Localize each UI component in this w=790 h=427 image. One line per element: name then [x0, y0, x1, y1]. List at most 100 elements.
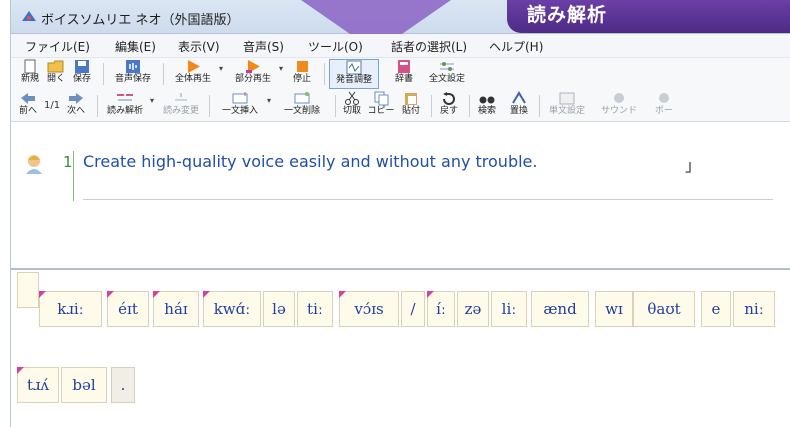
phonetic-token[interactable]: /: [401, 291, 425, 327]
read-analyze-button[interactable]: 読み解析: [101, 91, 149, 121]
accent-marker-icon: [153, 291, 160, 298]
toolbar-separator: [469, 95, 470, 117]
accent-marker-icon: [339, 291, 346, 298]
copy-icon: [374, 91, 389, 106]
open-button[interactable]: 開く: [43, 59, 69, 89]
phonetic-token-text: éɪt: [118, 300, 138, 318]
phonetic-token[interactable]: wɪ: [595, 291, 633, 327]
menu-speaker-select[interactable]: 話者の選択(L): [391, 38, 467, 55]
phonetic-token-text: .: [120, 376, 126, 394]
phonetic-token[interactable]: ænd: [531, 291, 589, 327]
insert-icon: [232, 92, 248, 104]
sentence-rule: [83, 199, 773, 200]
settings-sliders-icon: [440, 62, 454, 71]
clipboard-icon: [405, 93, 417, 105]
window-title: ボイスソムリエ ネオ（外国語版）: [41, 13, 240, 28]
dictionary-button[interactable]: 辞書: [387, 59, 421, 89]
text-editor[interactable]: 1 Create high-quality voice easily and w…: [11, 123, 790, 270]
undo-button[interactable]: 戻す: [435, 91, 463, 121]
phonetic-token[interactable]: [17, 272, 39, 308]
insert-dropdown-icon[interactable]: ▾: [267, 96, 271, 105]
phonetic-token[interactable]: kɹiː: [39, 291, 102, 327]
sound-label: サウンド: [600, 106, 637, 116]
insert-sentence-button[interactable]: 一文挿入: [213, 91, 267, 121]
stop-button[interactable]: 停止: [287, 59, 317, 89]
copy-label: コピー: [367, 106, 395, 116]
insert-sentence-label: 一文挿入: [221, 106, 258, 116]
phonetic-token[interactable]: liː: [491, 291, 527, 327]
banner-text: 読み解析: [527, 4, 608, 26]
sound-button[interactable]: サウンド: [595, 91, 643, 121]
new-button[interactable]: 新規: [17, 59, 43, 89]
toolbar-separator: [209, 95, 210, 117]
pause-button[interactable]: ポー: [647, 91, 681, 121]
menu-tools[interactable]: ツール(O): [308, 38, 363, 55]
menu-view[interactable]: 表示(V): [178, 38, 220, 55]
phonetic-token-text: kwɑ́ː: [213, 300, 251, 318]
single-setting-button[interactable]: 単文設定: [543, 91, 591, 121]
phonetic-token[interactable]: éɪt: [107, 291, 149, 327]
menu-help[interactable]: ヘルプ(H): [489, 38, 543, 55]
accent-marker-icon: [107, 291, 114, 298]
dict-label: 辞書: [394, 74, 413, 84]
phonetic-token[interactable]: bəl: [61, 367, 107, 403]
prev-label: 前へ: [18, 106, 37, 116]
next-label: 次へ: [66, 106, 85, 116]
phonetic-token-text: /: [410, 300, 416, 318]
settings-label: 全文設定: [428, 74, 465, 84]
undo-label: 戻す: [439, 106, 458, 116]
read-change-button[interactable]: 読み変更: [157, 91, 205, 121]
cut-button[interactable]: 切取: [339, 91, 365, 121]
save-audio-button[interactable]: 音声保存: [109, 59, 157, 89]
phonetic-token[interactable]: vɔ́ɪs: [339, 291, 399, 327]
phonetic-token-text: ænd: [543, 300, 577, 318]
paste-button[interactable]: 貼付: [397, 91, 425, 121]
save-button[interactable]: 保存: [69, 59, 95, 89]
phonetic-token[interactable]: θaʊt: [633, 291, 695, 327]
play-part-button[interactable]: 部分再生: [229, 59, 277, 89]
replace-label: 置換: [509, 106, 528, 116]
edit-toolbar: 前へ 1/1 次へ 読み解析 ▾ 読み変更 一文挿入 ▾ 一文削除 切取 コピー…: [11, 90, 790, 122]
scissors-icon: [345, 91, 359, 105]
read-change-label: 読み変更: [162, 106, 199, 116]
phonetic-token[interactable]: íː: [427, 291, 455, 327]
phonetic-token[interactable]: háɪ: [153, 291, 199, 327]
next-button[interactable]: 次へ: [63, 91, 89, 121]
read-analyze-dropdown-icon[interactable]: ▾: [150, 96, 154, 105]
phonetic-panel: kɹiː éɪt háɪ kwɑ́ː lə tiː vɔ́ɪs / íː zə liː ænd wɪ θa…: [11, 272, 790, 427]
play-part-dropdown-icon[interactable]: ▾: [279, 64, 283, 73]
sentence-settings-button[interactable]: 全文設定: [425, 59, 469, 89]
search-button[interactable]: 検索: [473, 91, 501, 121]
play-all-dropdown-icon[interactable]: ▾: [219, 64, 223, 73]
speaker-avatar-icon[interactable]: [23, 153, 45, 175]
save-icon: [75, 60, 89, 73]
toolbar-separator: [97, 95, 98, 117]
menu-file[interactable]: ファイル(E): [25, 38, 90, 55]
phonetic-token[interactable]: zə: [457, 291, 489, 327]
phonetic-token-text: e: [711, 300, 721, 318]
pronunciation-adjust-button[interactable]: 発音調整: [329, 59, 379, 89]
accent-marker-icon: [17, 367, 24, 374]
prev-button[interactable]: 前へ: [15, 91, 41, 121]
sentence-text[interactable]: Create high-quality voice easily and wit…: [83, 152, 537, 171]
phonetic-token[interactable]: lə: [263, 291, 295, 327]
phonetic-token[interactable]: tɹʌ́: [17, 367, 59, 403]
sentence-end-mark: 」: [685, 156, 702, 175]
phonetic-token[interactable]: kwɑ́ː: [203, 291, 261, 327]
delete-sentence-button[interactable]: 一文削除: [275, 91, 329, 121]
phonetic-token[interactable]: e: [701, 291, 731, 327]
accent-marker-icon: [427, 291, 434, 298]
phonetic-token[interactable]: .: [111, 367, 135, 403]
play-all-button[interactable]: 全体再生: [169, 59, 217, 89]
menu-edit[interactable]: 編集(E): [115, 38, 156, 55]
phonetic-token-text: tɹʌ́: [26, 376, 50, 394]
app-window: ボイスソムリエ ネオ（外国語版） 読み解析 ファイル(E) 編集(E) 表示(V…: [10, 0, 790, 427]
menu-audio[interactable]: 音声(S): [243, 38, 284, 55]
play-part-icon: [246, 60, 260, 73]
phonetic-token[interactable]: niː: [733, 291, 775, 327]
toolbar-separator: [324, 63, 325, 85]
copy-button[interactable]: コピー: [367, 91, 395, 121]
replace-button[interactable]: 置換: [505, 91, 533, 121]
phonetic-token[interactable]: tiː: [297, 291, 333, 327]
arrow-right-icon: [69, 93, 83, 104]
